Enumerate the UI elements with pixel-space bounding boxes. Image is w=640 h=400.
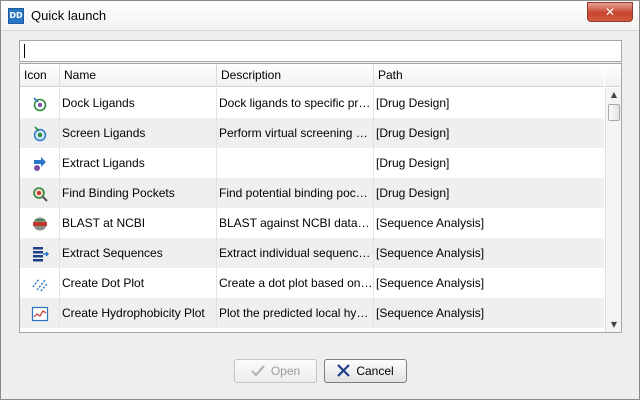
row-name: Find Binding Pockets <box>60 178 217 208</box>
row-name: Screen Ligands <box>60 118 217 148</box>
row-description: BLAST against NCBI databas… <box>217 208 374 238</box>
row-path: [Sequence Analysis] <box>376 306 485 320</box>
row-name: Extract Ligands <box>60 148 217 178</box>
row-name: Dock Ligands <box>60 88 217 118</box>
blast-ncbi-icon <box>32 217 47 231</box>
row-path: [Drug Design] <box>376 156 450 170</box>
table-body: Dock Ligands Dock ligands to specific pr… <box>20 88 604 328</box>
open-button-label: Open <box>270 364 301 378</box>
table-row[interactable]: Dock Ligands Dock ligands to specific pr… <box>20 88 604 118</box>
table-row[interactable]: Create Hydrophobicity Plot Plot the pred… <box>20 298 604 328</box>
dock-ligands-icon <box>32 97 46 112</box>
row-name: BLAST at NCBI <box>60 208 217 238</box>
extract-ligands-icon <box>33 156 46 171</box>
quick-launch-dialog: DD Quick launch ✕ Icon Name Description … <box>0 0 640 400</box>
row-path: [Sequence Analysis] <box>376 246 485 260</box>
cancel-button-label: Cancel <box>356 364 394 378</box>
vertical-scrollbar[interactable]: ▲ ▼ <box>605 88 621 332</box>
table-row[interactable]: Find Binding Pockets Find potential bind… <box>20 178 604 208</box>
column-header-path[interactable]: Path <box>374 64 604 87</box>
tools-table[interactable]: Icon Name Description Path Dock Ligands … <box>19 63 622 333</box>
hydrophobicity-plot-icon <box>31 306 48 321</box>
find-binding-pockets-icon <box>32 187 48 202</box>
screen-ligands-icon <box>33 126 46 142</box>
table-row[interactable]: Extract Sequences Extract individual seq… <box>20 238 604 268</box>
row-description: Find potential binding pocket… <box>217 178 374 208</box>
table-row[interactable]: Create Dot Plot Create a dot plot based … <box>20 268 604 298</box>
row-description: Dock ligands to specific prote… <box>217 88 374 118</box>
close-button[interactable]: ✕ <box>587 2 633 22</box>
row-path: [Drug Design] <box>376 126 450 140</box>
row-description: Extract individual sequences … <box>217 238 374 268</box>
row-path: [Drug Design] <box>376 96 450 110</box>
row-name: Create Hydrophobicity Plot <box>60 298 217 328</box>
column-header-description[interactable]: Description <box>217 64 374 87</box>
row-description: Create a dot plot based on o… <box>217 268 374 298</box>
row-path: [Sequence Analysis] <box>376 276 485 290</box>
column-header-name[interactable]: Name <box>60 64 217 87</box>
header-corner <box>605 64 621 87</box>
row-name: Extract Sequences <box>60 238 217 268</box>
table-row[interactable]: Screen Ligands Perform virtual screening… <box>20 118 604 148</box>
row-path: [Drug Design] <box>376 186 450 200</box>
app-icon: DD <box>8 8 24 24</box>
row-description: Perform virtual screening of … <box>217 118 374 148</box>
checkmark-icon <box>251 365 265 377</box>
dot-plot-icon <box>31 278 48 292</box>
scroll-down-arrow-icon[interactable]: ▼ <box>606 318 621 332</box>
title-bar[interactable]: DD Quick launch ✕ <box>1 1 639 31</box>
row-name: Create Dot Plot <box>60 268 217 298</box>
table-row[interactable]: BLAST at NCBI BLAST against NCBI databas… <box>20 208 604 238</box>
cancel-button[interactable]: Cancel <box>324 359 407 383</box>
row-description: Plot the predicted local hydro… <box>217 298 374 328</box>
scroll-up-arrow-icon[interactable]: ▲ <box>606 88 621 102</box>
table-header: Icon Name Description Path <box>20 64 604 87</box>
column-header-icon[interactable]: Icon <box>20 64 60 87</box>
window-title: Quick launch <box>31 8 107 23</box>
row-path: [Sequence Analysis] <box>376 216 485 230</box>
search-input[interactable] <box>19 40 622 62</box>
text-cursor <box>24 44 25 58</box>
extract-sequences-icon <box>32 246 49 262</box>
row-description <box>217 148 374 178</box>
open-button[interactable]: Open <box>234 359 317 383</box>
table-row[interactable]: Extract Ligands [Drug Design] <box>20 148 604 178</box>
cancel-x-icon <box>337 364 351 378</box>
scroll-thumb[interactable] <box>608 104 620 121</box>
